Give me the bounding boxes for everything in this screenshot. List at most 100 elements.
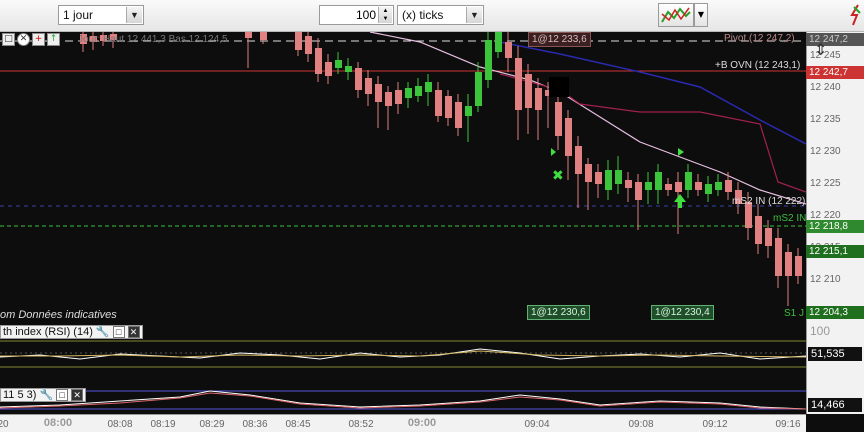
window-icon[interactable]: □ xyxy=(112,326,125,338)
candle-body xyxy=(425,82,432,92)
candle-body xyxy=(795,256,802,276)
logo-icon xyxy=(846,3,864,27)
s1-label: S1 J xyxy=(784,308,805,319)
stochastic-panel[interactable] xyxy=(0,385,806,414)
candle-body xyxy=(445,96,452,118)
price-axis-tick: 12 230 xyxy=(810,146,841,157)
price-axis-tick: 12 225 xyxy=(810,178,841,189)
candle-body xyxy=(665,184,672,190)
candle-body xyxy=(295,32,302,50)
candle-body xyxy=(785,252,792,276)
wrench-icon[interactable]: 🔧 xyxy=(39,389,53,401)
candle-body xyxy=(705,184,712,194)
time-axis-tick: 08:52 xyxy=(348,419,374,430)
chart-header-text: Jour: Haut 12 441,3 Bas 12 124,5 xyxy=(78,34,228,45)
arrow-right-icon xyxy=(678,148,684,156)
candle-body xyxy=(325,62,332,76)
disclaimer-text: om Données indicatives xyxy=(0,309,117,321)
resize-arrows-icon[interactable]: ⇕ xyxy=(814,40,827,59)
candle-body xyxy=(305,36,312,54)
ticks-input[interactable] xyxy=(320,6,376,24)
price-tag-green: 12 215,1 xyxy=(806,245,864,258)
candle-body xyxy=(625,180,632,188)
candle-body xyxy=(675,182,682,192)
time-axis-tick: 08:08 xyxy=(107,419,133,430)
period-value: 1 jour xyxy=(63,8,94,22)
time-axis-tick: 09:00 xyxy=(407,417,437,429)
window-icon[interactable]: □ xyxy=(2,33,15,46)
rsi-value: 51,535 xyxy=(808,347,862,361)
price-tag-red: 12 242,7 xyxy=(806,66,864,79)
candle-body xyxy=(685,172,692,190)
candle-body xyxy=(585,164,592,182)
candle-body xyxy=(315,48,322,74)
time-axis-tick: 09:16 xyxy=(775,419,801,430)
buy-marker-icon: ✖ xyxy=(552,168,564,184)
candle-body xyxy=(725,180,732,192)
stochastic-value: 14,466 xyxy=(808,398,862,412)
candle-body xyxy=(435,90,442,116)
arrow-right-icon xyxy=(551,148,556,156)
s1-tag: 12 204,3 xyxy=(806,306,864,319)
candle-body xyxy=(475,72,482,106)
time-axis-tick: 09:08 xyxy=(628,419,654,430)
candle-body xyxy=(645,182,652,190)
candle-body xyxy=(615,170,622,184)
candle-body xyxy=(245,32,252,38)
chart-type-dropdown[interactable]: ▼ xyxy=(694,3,708,27)
ticks-stepper[interactable]: ▲▼ xyxy=(319,5,394,25)
time-axis-tick: 08:00 xyxy=(43,417,73,429)
stochastic-title: 11 5 3) xyxy=(3,389,37,401)
period-select[interactable]: 1 jour ▼ xyxy=(58,5,144,25)
pivot-label: Pivot (12 247,2) xyxy=(724,33,795,44)
stochastic-header: 11 5 3) 🔧 □ ✕ xyxy=(0,388,87,402)
candle-body xyxy=(755,216,762,244)
order-label-top[interactable]: 1@12 233,6 xyxy=(528,32,591,47)
stochastic-background xyxy=(0,385,806,414)
price-axis-tick: 12 210 xyxy=(810,274,841,285)
candle-body xyxy=(465,106,472,116)
candle-body xyxy=(385,92,392,106)
price-axis-tick: 12 240 xyxy=(810,82,841,93)
close-icon[interactable]: ✕ xyxy=(71,389,84,401)
ms2-tag: 12 218,8 xyxy=(806,220,864,233)
time-axis-tick: 09:04 xyxy=(524,419,550,430)
order-label-2[interactable]: 1@12 230,4 xyxy=(651,305,714,320)
candle-body xyxy=(515,58,522,110)
ticks-unit-select[interactable]: (x) ticks ▼ xyxy=(397,5,484,25)
order-label-1[interactable]: 1@12 230,6 xyxy=(527,305,590,320)
time-axis[interactable]: 20 08:00 08:08 08:19 08:29 08:36 08:45 08:52 09:… xyxy=(0,414,806,432)
rsi-title: th index (RSI) (14) xyxy=(3,326,93,338)
chevron-down-icon[interactable]: ▼ xyxy=(126,7,142,23)
time-axis-tick: 09:12 xyxy=(702,419,728,430)
time-axis-tick: 20 xyxy=(0,419,9,430)
candle-body xyxy=(775,238,782,276)
spin-arrows-icon[interactable]: ▲ ▼ xyxy=(378,7,392,23)
ticks-unit-value: (x) ticks xyxy=(402,8,444,22)
ms2-short-label: mS2 IN xyxy=(773,213,807,224)
plus-icon[interactable]: + xyxy=(32,33,45,46)
candle-body xyxy=(525,74,532,108)
price-axis-tick: 12 235 xyxy=(810,114,841,125)
price-chart[interactable]: ✖ xyxy=(0,32,806,322)
candle-body xyxy=(765,228,772,246)
close-icon[interactable]: ✕ xyxy=(127,326,140,338)
toolbar: 1 jour ▼ ▲▼ (x) ticks ▼ ▼ xyxy=(0,0,864,32)
time-axis-tick: 08:36 xyxy=(242,419,268,430)
close-icon[interactable]: ✕ xyxy=(17,33,30,46)
chart-type-button[interactable] xyxy=(658,3,694,27)
chevron-down-icon[interactable]: ▼ xyxy=(466,7,482,23)
candle-body xyxy=(335,60,342,68)
candle-body xyxy=(535,88,542,110)
chart-type-icon xyxy=(661,7,691,23)
candle-body xyxy=(635,182,642,200)
candle-body xyxy=(405,88,412,98)
arrow-up-icon[interactable]: ↑ xyxy=(47,33,60,46)
candle-body xyxy=(495,32,502,52)
candle-body xyxy=(715,182,722,190)
wrench-icon[interactable]: 🔧 xyxy=(96,326,110,338)
candle-body xyxy=(595,172,602,184)
candle-body xyxy=(395,90,402,104)
window-icon[interactable]: □ xyxy=(56,389,69,401)
candle-body xyxy=(575,146,582,174)
